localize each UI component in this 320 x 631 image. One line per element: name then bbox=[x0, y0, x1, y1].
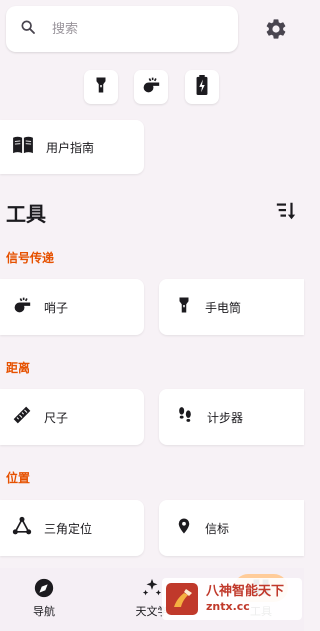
flashlight-icon bbox=[92, 76, 110, 98]
sparkles-icon bbox=[141, 577, 163, 599]
tool-pedometer-card[interactable]: 计步器 bbox=[159, 389, 304, 445]
user-guide-label: 用户指南 bbox=[46, 140, 95, 155]
ruler-icon bbox=[12, 405, 32, 429]
tool-whistle-label: 哨子 bbox=[44, 300, 69, 315]
search-input[interactable] bbox=[50, 20, 204, 38]
section-title-distance: 距离 bbox=[6, 361, 31, 375]
tool-triangulate-card[interactable]: 三角定位 bbox=[0, 500, 144, 556]
quick-battery-button[interactable] bbox=[185, 70, 219, 104]
tool-pedometer-label: 计步器 bbox=[207, 410, 244, 425]
nav-navigation[interactable]: 导航 bbox=[0, 568, 94, 631]
search-bar[interactable] bbox=[6, 6, 238, 52]
tool-flashlight-label: 手电筒 bbox=[205, 300, 242, 315]
nav-navigation-label: 导航 bbox=[33, 605, 55, 618]
whistle-icon bbox=[141, 76, 161, 98]
tool-beacon-label: 信标 bbox=[205, 521, 230, 536]
gear-icon[interactable] bbox=[264, 17, 288, 45]
quick-flashlight-button[interactable] bbox=[84, 70, 118, 104]
compass-icon bbox=[33, 577, 55, 599]
quick-whistle-button[interactable] bbox=[134, 70, 168, 104]
tool-triangulate-label: 三角定位 bbox=[44, 521, 93, 536]
watermark-url: zntx.cc bbox=[206, 600, 250, 613]
watermark-logo-icon bbox=[164, 581, 200, 617]
section-title-signaling: 信号传递 bbox=[6, 251, 55, 265]
flashlight-icon bbox=[175, 296, 193, 318]
whistle-icon bbox=[12, 296, 32, 318]
tool-ruler-card[interactable]: 尺子 bbox=[0, 389, 144, 445]
section-title-location: 位置 bbox=[6, 471, 31, 485]
search-icon bbox=[20, 19, 36, 39]
tool-whistle-card[interactable]: 哨子 bbox=[0, 279, 144, 335]
tool-ruler-label: 尺子 bbox=[44, 410, 69, 425]
location-pin-icon bbox=[175, 516, 193, 540]
tool-beacon-card[interactable]: 信标 bbox=[159, 500, 304, 556]
watermark-title: 八神智能天下 bbox=[206, 584, 285, 599]
user-guide-card[interactable]: 用户指南 bbox=[0, 120, 144, 174]
sort-icon[interactable] bbox=[275, 200, 297, 226]
footprints-icon bbox=[175, 405, 195, 429]
watermark: 八神智能天下 zntx.cc bbox=[162, 578, 302, 620]
battery-charging-icon bbox=[195, 75, 209, 99]
tool-flashlight-card[interactable]: 手电筒 bbox=[159, 279, 304, 335]
book-icon bbox=[12, 136, 34, 158]
triangulate-icon bbox=[12, 516, 32, 540]
tools-title: 工具 bbox=[6, 202, 46, 226]
